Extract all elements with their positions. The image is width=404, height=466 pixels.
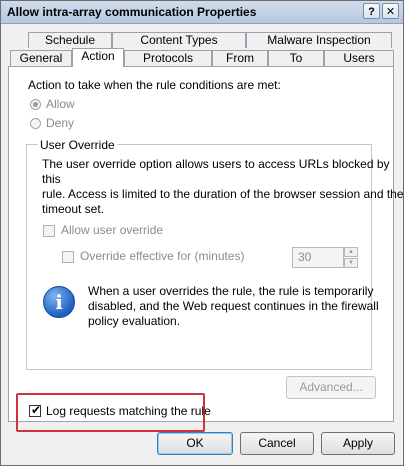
override-info-line: When a user overrides the rule, the rule… (88, 284, 374, 298)
tab-to[interactable]: To (268, 50, 324, 66)
deny-radio[interactable] (30, 118, 41, 129)
chevron-down-icon[interactable]: ▼ (344, 258, 358, 268)
allow-user-override-label: Allow user override (61, 223, 164, 237)
override-info-line: disabled, and the Web request continues … (88, 299, 379, 313)
apply-button[interactable]: Apply (321, 432, 395, 455)
action-prompt: Action to take when the rule conditions … (28, 78, 281, 92)
tab-content-types[interactable]: Content Types (112, 32, 246, 48)
override-description-line: timeout set. (42, 202, 105, 216)
allow-radio[interactable] (30, 99, 41, 110)
tab-action[interactable]: Action (72, 48, 124, 67)
log-requests-label: Log requests matching the rule (46, 404, 211, 418)
ok-button[interactable]: OK (157, 432, 233, 455)
log-requests-checkbox[interactable]: ✔ (29, 403, 42, 417)
advanced-button[interactable]: Advanced... (286, 376, 376, 399)
override-description: The user override option allows users to… (42, 157, 404, 217)
minutes-input[interactable]: 30 (292, 247, 344, 268)
close-button[interactable]: ✕ (382, 3, 399, 19)
tab-from[interactable]: From (212, 50, 268, 66)
override-effective-checkbox[interactable] (62, 251, 74, 263)
deny-label: Deny (46, 116, 75, 130)
tab-malware-inspection[interactable]: Malware Inspection (246, 32, 392, 48)
chevron-up-icon[interactable]: ▲ (344, 247, 358, 257)
tab-schedule[interactable]: Schedule (28, 32, 112, 48)
cancel-button[interactable]: Cancel (240, 432, 314, 455)
override-description-line: The user override option allows users to… (42, 157, 390, 186)
tab-users[interactable]: Users (324, 50, 394, 66)
info-icon: i (43, 286, 75, 318)
tab-general[interactable]: General (10, 50, 72, 66)
allow-user-override-checkbox[interactable] (43, 225, 55, 237)
window-title: Allow intra-array communication Properti… (7, 5, 257, 19)
user-override-title: User Override (38, 138, 117, 152)
tab-protocols[interactable]: Protocols (124, 50, 212, 66)
override-effective-label: Override effective for (minutes) (80, 249, 245, 263)
title-bar: Allow intra-array communication Properti… (1, 1, 403, 24)
checkmark-icon: ✔ (31, 403, 42, 417)
override-info-text: When a user overrides the rule, the rule… (88, 284, 379, 329)
override-description-line: rule. Access is limited to the duration … (42, 187, 404, 201)
override-info-line: policy evaluation. (88, 314, 181, 328)
allow-label: Allow (46, 97, 75, 111)
help-button[interactable]: ? (363, 3, 380, 19)
